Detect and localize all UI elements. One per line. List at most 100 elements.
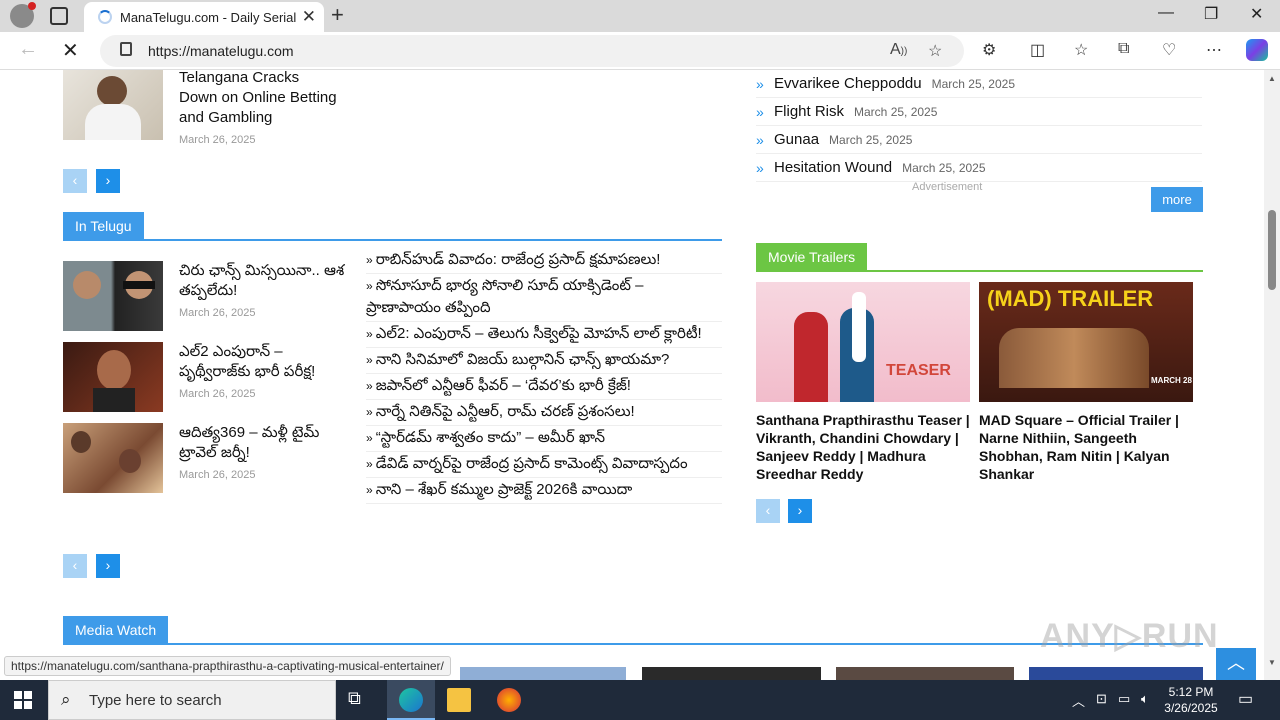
headline-link[interactable]: రాబిన్‌హుడ్ వివాదం: రాజేంద్ర ప్రసాద్ క్ష… [376,251,661,268]
tab-close-icon[interactable]: ✕ [302,7,316,27]
article-date: March 26, 2025 [179,388,256,400]
media-thumbnail[interactable] [460,667,626,680]
chevron-right-icon: » [756,159,764,176]
section-heading-media-watch[interactable]: Media Watch [63,616,169,644]
edge-icon [399,688,423,712]
headline-link[interactable]: సోనూసూద్ భార్య సోనాలి సూద్ యాక్సిడెంట్ –… [366,277,643,316]
list-item[interactable]: » ఎల్2: ఎంపురాన్ – తెలుగు సీక్వెల్‌పై మోహ… [366,322,722,348]
next-page-button[interactable]: › [96,554,120,578]
notification-icon[interactable]: ▭ [1238,689,1253,709]
list-item[interactable]: » జపాన్‌లో ఎన్టీఆర్ ఫీవర్ – ‘దేవర’కు భారీ… [366,374,722,400]
next-page-button[interactable]: › [788,499,812,523]
list-item[interactable]: » Gunaa March 25, 2025 [756,126,1202,154]
vertical-scrollbar[interactable]: ▲ ▼ [1264,70,1280,680]
prev-page-button[interactable]: ‹ [63,169,87,193]
prev-page-button[interactable]: ‹ [756,499,780,523]
edge-taskbar-button[interactable] [387,680,435,720]
restore-icon[interactable]: ❐ [1204,4,1218,24]
article-title[interactable]: ఎల్2 ఎంపురాన్ – పృథ్వీరాజ్‌కు భారీ పరీక్… [179,342,349,382]
read-aloud-icon[interactable]: A)) [890,41,907,59]
headline-link[interactable]: డేవిడ్ వార్నర్‌పై రాజేంద్ర ప్రసాద్ కామెం… [376,455,688,472]
list-item[interactable]: » Evvarikee Cheppoddu March 25, 2025 [756,70,1202,98]
headline-link[interactable]: ఎల్2: ఎంపురాన్ – తెలుగు సీక్వెల్‌పై మోహన… [376,325,702,342]
scroll-up-icon[interactable]: ▲ [1268,74,1276,83]
headline-link[interactable]: నాని – శేఖర్ కమ్ముల ప్రాజెక్ట్ 2026కి వా… [376,481,633,498]
list-item[interactable]: » Hesitation Wound March 25, 2025 [756,154,1202,182]
headline-link[interactable]: నాని సినిమాలో విజయ్ బుల్గానిన్ ఛాన్స్ ఖా… [376,351,670,368]
performance-icon[interactable]: ♡ [1162,40,1176,60]
display-icon[interactable]: ▭ [1118,691,1130,707]
windows-start-icon[interactable] [14,691,32,709]
minimize-icon[interactable]: — [1158,4,1174,22]
article-title[interactable]: Telangana Cracks Down on Online Betting … [179,70,339,128]
file-explorer-icon[interactable] [447,688,471,712]
lock-icon[interactable] [120,42,132,56]
section-heading-in-telugu[interactable]: In Telugu [63,212,144,240]
scrollbar-thumb[interactable] [1268,210,1276,290]
next-page-button[interactable]: › [96,169,120,193]
search-placeholder[interactable]: Type here to search [89,692,222,709]
headline-link[interactable]: “స్టార్‌డమ్ శాశ్వతం కాదు” – అమీర్ ఖాన్ [376,429,605,446]
collections-icon[interactable]: ⧉ [1118,40,1129,58]
trailer-title[interactable]: Santhana Prapthirasthu Teaser | Vikranth… [756,411,978,483]
volume-icon[interactable]: 🔈︎ [1141,691,1149,707]
media-thumbnail[interactable] [1029,667,1203,680]
url-text[interactable]: https://manatelugu.com [148,43,294,59]
watermark-logo: ANY▷RUN [1040,617,1219,655]
system-clock[interactable]: 5:12 PM 3/26/2025 [1160,684,1222,716]
split-screen-icon[interactable]: ◫ [1030,40,1045,60]
article-thumbnail[interactable] [63,261,163,331]
movie-title[interactable]: Evvarikee Cheppoddu [774,75,922,92]
window-close-icon[interactable]: ✕ [1250,4,1263,24]
stop-loading-icon[interactable]: ✕ [62,38,79,63]
prev-page-button[interactable]: ‹ [63,554,87,578]
article-thumbnail[interactable] [63,70,163,140]
favorite-star-icon[interactable]: ☆ [928,41,942,61]
trailer-thumbnail[interactable]: (MAD) TRAILER MARCH 28 [979,282,1193,402]
trailer-thumbnail[interactable]: TEASER [756,282,970,402]
show-hidden-icons[interactable]: ︿ [1072,691,1085,710]
more-menu-icon[interactable]: ⋯ [1206,40,1222,60]
copilot-icon[interactable] [1246,39,1268,61]
media-thumbnail[interactable] [836,667,1014,680]
list-item[interactable]: » Flight Risk March 25, 2025 [756,98,1202,126]
favorites-icon[interactable]: ☆ [1074,40,1088,60]
list-item[interactable]: » రాబిన్‌హుడ్ వివాదం: రాజేంద్ర ప్రసాద్ క్… [366,248,722,274]
scroll-down-icon[interactable]: ▼ [1268,658,1276,667]
taskbar-search-box[interactable]: ⌕ Type here to search [48,680,336,720]
new-tab-button[interactable]: + [331,2,344,28]
movie-title[interactable]: Gunaa [774,131,819,148]
back-arrow-icon[interactable]: ← [18,38,38,61]
list-item[interactable]: » నాని సినిమాలో విజయ్ బుల్గానిన్ ఛాన్స్ ఖ… [366,348,722,374]
extensions-icon[interactable]: ⚙ [982,40,996,60]
trailer-title[interactable]: MAD Square – Official Trailer | Narne Ni… [979,411,1201,483]
scroll-to-top-button[interactable]: ︿ [1216,648,1256,680]
movie-date: March 25, 2025 [931,76,1015,91]
list-item[interactable]: » నార్నే నితిన్‌పై ఎన్టీఆర్, రామ్ చరణ్ ప్… [366,400,722,426]
address-bar[interactable]: https://manatelugu.com A)) ☆ [100,35,964,67]
network-icon[interactable]: ⊡ [1096,691,1107,707]
headline-link[interactable]: జపాన్‌లో ఎన్టీఆర్ ఫీవర్ – ‘దేవర’కు భారీ … [376,377,631,394]
movie-title[interactable]: Hesitation Wound [774,159,892,176]
media-thumbnail[interactable] [642,667,821,680]
article-title[interactable]: ఆదిత్య369 – మళ్లీ టైమ్ ట్రావెల్ జర్నీ! [179,423,349,463]
article-title[interactable]: చిరు ఛాన్స్ మిస్సయినా.. ఆశ తప్పలేదు! [179,261,349,301]
list-item[interactable]: » “స్టార్‌డమ్ శాశ్వతం కాదు” – అమీర్ ఖాన్ [366,426,722,452]
tab-active[interactable]: ManaTelugu.com - Daily Serials | ✕ [84,2,324,32]
more-button[interactable]: more [1151,187,1203,212]
movie-title[interactable]: Flight Risk [774,103,844,120]
article-thumbnail[interactable] [63,423,163,493]
thumbnail-caption: (MAD) TRAILER [987,286,1154,311]
list-item[interactable]: » సోనూసూద్ భార్య సోనాలి సూద్ యాక్సిడెంట్ … [366,274,722,322]
profile-icon[interactable] [10,2,36,28]
movie-date: March 25, 2025 [854,104,938,119]
tab-actions-icon[interactable] [50,7,68,25]
headline-link[interactable]: నార్నే నితిన్‌పై ఎన్టీఆర్, రామ్ చరణ్ ప్ర… [376,403,635,420]
list-item[interactable]: » నాని – శేఖర్ కమ్ముల ప్రాజెక్ట్ 2026కి వ… [366,478,722,504]
movie-date: March 25, 2025 [902,160,986,175]
section-heading-movie-trailers[interactable]: Movie Trailers [756,243,868,271]
article-thumbnail[interactable] [63,342,163,412]
firefox-icon[interactable] [497,688,521,712]
list-item[interactable]: » డేవిడ్ వార్నర్‌పై రాజేంద్ర ప్రసాద్ కామె… [366,452,722,478]
task-view-icon[interactable]: ⧉ [348,688,372,712]
